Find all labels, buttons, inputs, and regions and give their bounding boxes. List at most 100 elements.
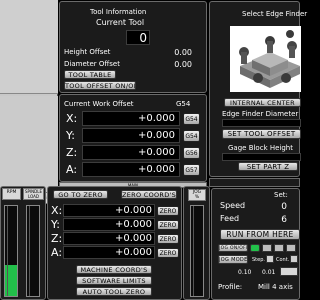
height-offset-label: Height Offset (64, 48, 111, 56)
work-offset-field[interactable]: +0.000 (82, 111, 180, 126)
current-tool-value: 0 (139, 31, 147, 45)
spindle-load-label-box: SPINDLE LOAD (23, 188, 44, 200)
step-value-1[interactable]: 0.10 (238, 269, 251, 277)
step-value-2[interactable]: 0.01 (262, 269, 275, 277)
edge-finder-title: Select Edge Finder (242, 10, 308, 18)
jog-slider-side (193, 206, 194, 296)
edge-finder-bottom-strip (209, 178, 300, 187)
spindle-load-bar (26, 205, 40, 297)
machine-coords-button[interactable]: MACHINE COORD'S (76, 265, 152, 274)
toolpath-preview (0, 0, 58, 192)
auto-tool-zero-button[interactable]: AUTO TOOL ZERO (76, 287, 152, 296)
run-from-here-button[interactable]: RUN FROM HERE (220, 229, 300, 240)
rpm-bar (4, 205, 18, 297)
work-offset-g-button[interactable]: G54 (183, 113, 200, 125)
diameter-offset-label: Diameter Offset (64, 60, 120, 68)
rpm-label-box: RPM (2, 188, 21, 200)
spindle-load-label: SPINDLE LOAD (25, 189, 42, 199)
dro-field[interactable]: +0.000 (63, 204, 155, 217)
edge-finder-diameter-label: Edge Finder Diameter (222, 110, 299, 118)
tool-offset-toggle-button[interactable]: TOOL OFFSET ON/OFF (64, 81, 136, 90)
work-offset-field[interactable]: +0.000 (82, 145, 180, 160)
jog-rate-slider[interactable] (190, 205, 204, 297)
dro-axis-label: Y: (51, 218, 60, 231)
work-offset-value: +0.000 (137, 164, 175, 175)
current-tool-label: Current Tool (96, 18, 145, 27)
zero-axis-button[interactable]: ZERO (157, 206, 179, 216)
work-offset-axis-label: A: (66, 163, 78, 176)
jog-panel: JOG % (183, 186, 210, 300)
jog-bar-3 (286, 244, 296, 252)
work-offset-g-button[interactable]: G56 (183, 147, 200, 159)
jog-label-box: JOG % (188, 189, 206, 201)
dro-field[interactable]: +0.000 (63, 232, 155, 245)
speed-label: Speed (220, 201, 246, 210)
dro-value: +0.000 (114, 219, 152, 230)
work-offset-field[interactable]: +0.000 (82, 128, 180, 143)
dro-field[interactable]: +0.000 (63, 246, 155, 259)
dro-axis-label: A: (51, 246, 63, 259)
go-to-zero-button[interactable]: GO TO ZERO (53, 190, 108, 199)
work-offset-axis-label: Z: (66, 146, 78, 159)
work-offset-field[interactable]: +0.000 (82, 162, 180, 177)
dro-value: +0.000 (114, 233, 152, 244)
gage-block-height-field[interactable] (222, 153, 301, 161)
set-tool-offset-button[interactable]: SET TOOL OFFSET (222, 129, 301, 139)
jog-bar-2 (274, 244, 284, 252)
feed-value: 6 (281, 215, 287, 225)
work-offset-code: G54 (176, 100, 191, 108)
tool-info-panel: Tool Information Current Tool 0 Height O… (59, 1, 207, 93)
internal-center-button[interactable]: INTERNAL CENTER (224, 98, 301, 107)
work-offset-value: +0.000 (137, 130, 175, 141)
zero-coords-button[interactable]: ZERO COORD'S (121, 190, 177, 199)
software-limits-button[interactable]: SOFTWARE LIMITS (76, 276, 152, 285)
zero-axis-button[interactable]: ZERO (157, 248, 179, 258)
current-tool-field[interactable]: 0 (126, 30, 150, 45)
jog-mode-button[interactable]: JOG MODE (218, 255, 248, 264)
step-mode-indicator[interactable] (266, 255, 274, 263)
dro-axis-label: Z: (51, 232, 63, 245)
rpm-panel: RPM SPINDLE LOAD (0, 186, 46, 300)
edge-finder-panel: Select Edge Finder INTERNAL CENTER Edge … (209, 1, 307, 177)
work-offset-panel: Current Work Offset G54 X: +0.000 G54 Y: +0.… (59, 94, 207, 182)
feed-label: Feed (220, 214, 240, 223)
work-offset-value: +0.000 (137, 113, 175, 124)
edge-finder-diameter-field[interactable] (222, 119, 301, 127)
gage-block-height-label: Gage Block Height (228, 144, 293, 152)
dro-axis-label: X: (51, 204, 63, 217)
work-offset-g-button[interactable]: G57 (183, 164, 200, 176)
jog-status-led (250, 244, 260, 252)
height-offset-value: 0.00 (174, 48, 192, 57)
set-part-z-button[interactable]: SET PART Z (238, 162, 298, 171)
diameter-offset-value: 0.00 (174, 60, 192, 69)
profile-label: Profile: (218, 283, 243, 291)
edge-finder-fixture-image (230, 26, 301, 92)
work-offset-value: +0.000 (137, 147, 175, 158)
step-field[interactable] (280, 267, 298, 276)
jog-percent-label: % (194, 195, 200, 200)
work-offset-axis-label: X: (66, 112, 78, 125)
jog-bar-1 (262, 244, 272, 252)
rpm-label: RPM (6, 190, 17, 195)
tool-table-button[interactable]: TOOL TABLE (64, 70, 116, 79)
spindle-load-bar-side (29, 206, 30, 296)
rpm-bar-side (7, 206, 8, 296)
jog-on-off-button[interactable]: JOG ON/OFF (218, 244, 248, 252)
cont-label: Cont. (276, 257, 290, 263)
dro-field[interactable]: +0.000 (63, 218, 155, 231)
set-label: Set: (274, 191, 288, 199)
profile-value: Mill 4 axis (258, 283, 293, 291)
zero-axis-button[interactable]: ZERO (157, 220, 179, 230)
dro-value: +0.000 (114, 247, 152, 258)
cont-mode-indicator[interactable] (290, 255, 298, 263)
step-label: Step. (252, 257, 265, 263)
preview-pane-top (0, 0, 58, 94)
speed-value: 0 (281, 202, 287, 212)
tool-info-title: Tool Information (90, 8, 147, 16)
dro-value: +0.000 (114, 205, 152, 216)
work-offset-g-button[interactable]: G54 (183, 130, 200, 142)
zero-axis-button[interactable]: ZERO (157, 234, 179, 244)
work-offset-label: Current Work Offset (64, 100, 134, 108)
work-offset-axis-label: Y: (66, 129, 75, 142)
preview-pane-bottom (0, 96, 58, 192)
